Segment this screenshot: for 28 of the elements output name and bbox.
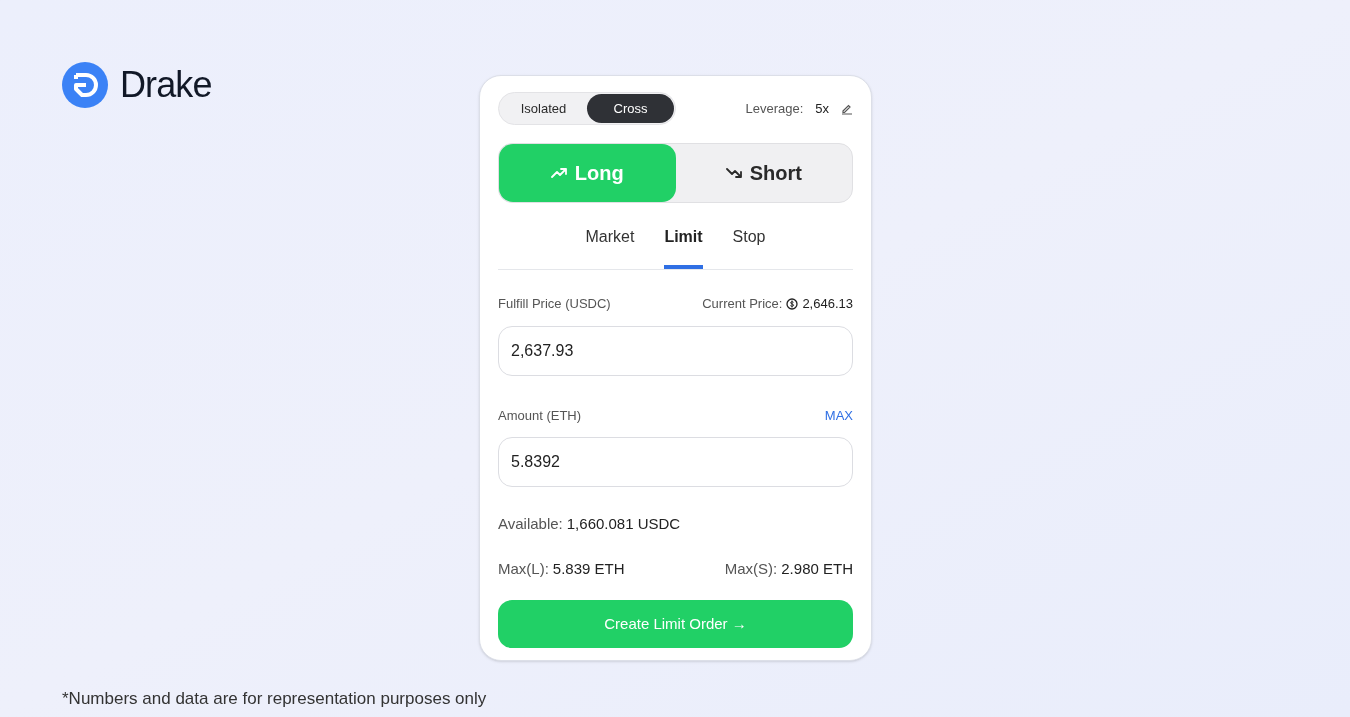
max-link[interactable]: MAX — [824, 405, 853, 425]
available-label: Available: — [498, 514, 563, 534]
price-input[interactable]: 2,637.93 — [498, 325, 853, 376]
max-short-label: Max(S): — [724, 558, 778, 579]
margin-mode-tab[interactable]: Isolated — [500, 94, 587, 123]
trend-down-icon — [725, 167, 742, 179]
leverage-value: 5x — [815, 99, 829, 118]
trend-up-icon — [550, 167, 567, 179]
order-type-tab[interactable]: Market — [585, 225, 635, 269]
current-price-label: Current Price: — [702, 295, 783, 313]
max-short-value: 2.980 ETH — [781, 558, 853, 579]
available-value: 1,660.081 USDC — [566, 514, 681, 534]
side-tab[interactable]: Short — [675, 144, 852, 202]
leverage-label: Leverage: — [745, 99, 804, 118]
amount-input[interactable]: 5.8392 — [498, 437, 853, 487]
field-label: Fulfill Price (USDC) — [498, 295, 611, 313]
disclaimer-text: *Numbers and data are for representation purposes only — [62, 688, 488, 710]
margin-mode-tab[interactable]: Cross — [587, 94, 674, 123]
field-label: Amount (ETH) — [498, 406, 582, 425]
max-long-value: 5.839 ETH — [552, 558, 625, 579]
logo-icon — [62, 62, 108, 108]
brand-name: Drake — [120, 63, 212, 107]
order-type-tab[interactable]: Stop — [732, 225, 766, 269]
max-long-label: Max(L): — [498, 558, 549, 579]
current-price-value: 2,646.13 — [802, 295, 853, 313]
coin-icon — [786, 297, 799, 310]
order-type-tab[interactable]: Limit — [664, 225, 703, 269]
edit-icon[interactable] — [841, 102, 853, 115]
